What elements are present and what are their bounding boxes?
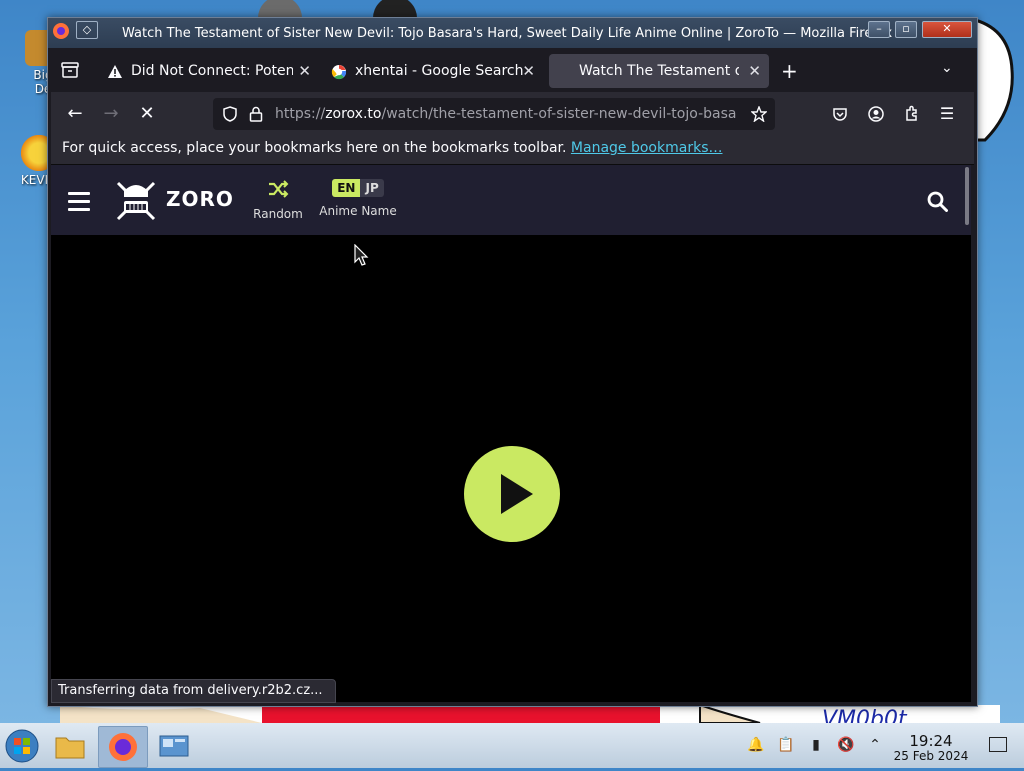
bookmarks-hint: For quick access, place your bookmarks h…	[62, 140, 722, 156]
stop-loading-button[interactable]: ✕	[133, 100, 161, 128]
hamburger-menu-icon[interactable]	[68, 192, 90, 216]
chevron-up-icon[interactable]: ⌃	[866, 737, 884, 755]
back-button[interactable]: ←	[61, 100, 89, 128]
tab-label: xhentai - Google Search	[355, 63, 524, 79]
forward-button[interactable]: →	[97, 100, 125, 128]
maximize-button[interactable]: ▫	[895, 21, 917, 38]
list-all-tabs-icon[interactable]: ⌄	[941, 60, 953, 76]
taskbar-control-panel[interactable]	[154, 726, 194, 766]
notification-bell-icon[interactable]: 🔔	[747, 737, 765, 755]
url-text[interactable]: https://zorox.to/watch/the-testament-of-…	[275, 106, 737, 122]
window-title: Watch The Testament of Sister New Devil:…	[122, 26, 893, 41]
firefox-icon	[53, 23, 69, 39]
play-button[interactable]	[464, 446, 560, 542]
scrollbar[interactable]	[965, 167, 969, 225]
window-menu-button[interactable]: ◇	[76, 21, 98, 39]
taskbar-firefox[interactable]	[98, 726, 148, 768]
tab-overview-icon[interactable]	[61, 62, 79, 78]
lock-icon[interactable]	[249, 106, 263, 122]
bookmark-star-icon[interactable]	[751, 106, 767, 122]
close-window-button[interactable]: ✕	[922, 21, 972, 38]
tab-watch-testament[interactable]: Watch The Testament of ✕	[549, 54, 769, 88]
zoro-logo-icon[interactable]	[114, 179, 158, 221]
firefox-window: ◇ Watch The Testament of Sister New Devi…	[47, 17, 978, 707]
status-panel: Transferring data from delivery.r2b2.cz.…	[51, 679, 336, 703]
folder-icon	[55, 737, 85, 759]
lang-en-button[interactable]: EN	[332, 179, 361, 197]
google-icon	[331, 65, 347, 80]
account-icon[interactable]	[868, 106, 884, 122]
language-toggle[interactable]: EN JP Anime Name	[319, 179, 397, 218]
start-orb-icon	[5, 729, 39, 763]
clock-time[interactable]: 19:24	[896, 732, 966, 750]
site-header: ZORO Random EN JP Anime Name	[51, 165, 971, 235]
clipboard-icon[interactable]: 📋	[777, 737, 795, 755]
navigation-toolbar: ← → ✕ https://zorox.to/watch/the-testame…	[51, 92, 974, 136]
video-player[interactable]	[51, 235, 971, 702]
taskbar-file-manager[interactable]	[50, 726, 90, 766]
new-tab-button[interactable]: +	[781, 59, 798, 83]
search-icon[interactable]	[927, 191, 948, 212]
page-content: ZORO Random EN JP Anime Name	[51, 165, 971, 702]
battery-icon[interactable]: ▮	[807, 737, 825, 755]
tab-label: Did Not Connect: Potenti	[131, 63, 293, 79]
app-menu-button[interactable]: ☰	[933, 100, 961, 128]
tab-google-search[interactable]: xhentai - Google Search ✕	[323, 54, 543, 88]
pocket-icon[interactable]	[832, 106, 848, 122]
volume-muted-icon[interactable]: 🔇	[837, 737, 855, 755]
mouse-cursor-icon	[354, 244, 369, 266]
window-titlebar[interactable]: ◇ Watch The Testament of Sister New Devi…	[48, 18, 977, 48]
shuffle-icon	[269, 180, 289, 198]
extensions-icon[interactable]	[904, 105, 920, 122]
control-panel-icon	[159, 735, 189, 757]
bookmarks-hint-text: For quick access, place your bookmarks h…	[62, 140, 567, 156]
show-desktop-icon[interactable]	[989, 737, 1007, 752]
bookmarks-toolbar: For quick access, place your bookmarks h…	[51, 136, 974, 165]
warning-icon	[108, 65, 122, 78]
anime-name-label: Anime Name	[319, 204, 397, 218]
lang-jp-button[interactable]: JP	[360, 179, 384, 197]
start-button[interactable]	[2, 726, 42, 766]
tab-label: Watch The Testament of	[579, 63, 739, 79]
clock-date[interactable]: 25 Feb 2024	[886, 749, 976, 763]
manage-bookmarks-link[interactable]: Manage bookmarks…	[571, 140, 723, 156]
close-tab-icon[interactable]: ✕	[298, 54, 311, 88]
tab-did-not-connect[interactable]: Did Not Connect: Potenti ✕	[99, 54, 319, 88]
url-bar[interactable]: https://zorox.to/watch/the-testament-of-…	[213, 98, 775, 130]
random-label: Random	[253, 207, 303, 221]
tab-strip: Did Not Connect: Potenti ✕ xhentai - Goo…	[51, 48, 974, 92]
shield-icon[interactable]	[222, 106, 238, 122]
close-tab-icon[interactable]: ✕	[522, 54, 535, 88]
random-button[interactable]: Random	[251, 179, 305, 221]
close-tab-icon[interactable]: ✕	[748, 54, 761, 88]
taskbar: 🔔 📋 ▮ 🔇 ⌃ 19:24 25 Feb 2024	[0, 723, 1024, 768]
firefox-icon	[109, 733, 137, 761]
site-logo-text[interactable]: ZORO	[166, 187, 234, 211]
minimize-button[interactable]: –	[868, 21, 890, 38]
